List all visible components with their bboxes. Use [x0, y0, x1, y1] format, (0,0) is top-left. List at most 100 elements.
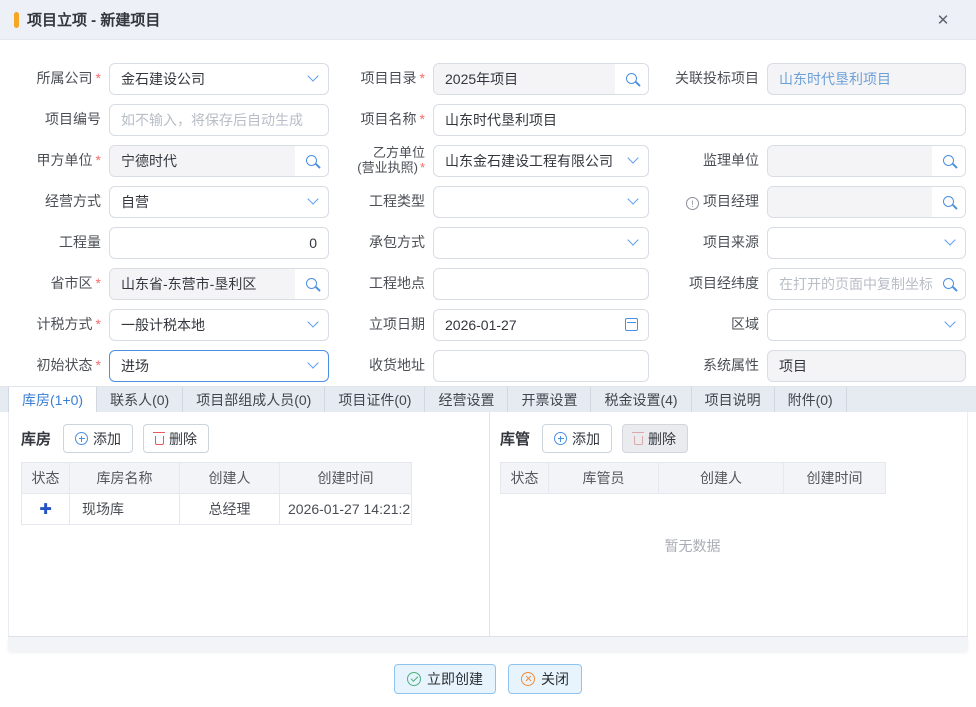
detail-tabs: 库房(1+0) 联系人(0) 项目部组成人员(0) 项目证件(0) 经营设置 开… — [0, 386, 976, 412]
chevron-down-icon — [307, 193, 318, 204]
project-source-select[interactable] — [767, 227, 966, 259]
chevron-down-icon — [307, 357, 318, 368]
project-catalog-field[interactable]: 2025年项目 — [433, 63, 649, 95]
project-location-label: 工程地点 — [335, 275, 433, 291]
system-attribute-label: 系统属性 — [655, 357, 767, 373]
chevron-down-icon — [307, 70, 318, 81]
initiation-date-picker[interactable]: 2026-01-27 — [433, 309, 649, 341]
warehouse-panel: 库房 添加 删除 状态 库房名称 创建人 创建时间 — [9, 412, 489, 636]
tab-warehouse[interactable]: 库房(1+0) — [8, 387, 97, 412]
project-no-label: 项目编号 — [4, 111, 109, 127]
party-a-label: 甲方单位 — [4, 152, 109, 168]
party-b-select[interactable]: 山东金石建设工程有限公司 — [433, 145, 649, 177]
project-source-label: 项目来源 — [655, 234, 767, 250]
province-city-label: 省市区 — [4, 275, 109, 291]
region-label: 区域 — [655, 316, 767, 332]
work-quantity-label: 工程量 — [4, 234, 109, 250]
chevron-down-icon — [627, 152, 638, 163]
search-icon — [626, 73, 637, 84]
create-now-button[interactable]: 立即创建 — [394, 664, 496, 694]
project-manager-label: 项目经理 — [655, 193, 767, 211]
coordinates-field[interactable]: 在打开的页面中复制坐标点 — [767, 268, 966, 300]
close-icon[interactable]: ✕ — [932, 11, 954, 29]
tab-invoice-settings[interactable]: 开票设置 — [508, 387, 591, 412]
project-location-input[interactable] — [433, 268, 649, 300]
add-icon — [75, 432, 88, 445]
tab-tax-settings[interactable]: 税金设置(4) — [591, 387, 691, 412]
tab-project-certificates[interactable]: 项目证件(0) — [325, 387, 425, 412]
search-icon — [943, 155, 954, 166]
warehouse-table-header: 状态 库房名称 创建人 创建时间 — [22, 463, 412, 494]
related-bid-project-field[interactable]: 山东时代垦利项目 — [767, 63, 966, 95]
delivery-address-label: 收货地址 — [335, 357, 433, 373]
project-manager-field[interactable] — [767, 186, 966, 218]
warehouse-add-button[interactable]: 添加 — [63, 424, 133, 453]
business-mode-select[interactable]: 自营 — [109, 186, 329, 218]
supervision-unit-label: 监理单位 — [655, 152, 767, 168]
tax-method-select[interactable]: 一般计税本地 — [109, 309, 329, 341]
x-circle-icon — [521, 672, 535, 686]
chevron-down-icon — [307, 316, 318, 327]
chevron-down-icon — [627, 193, 638, 204]
trash-icon — [155, 436, 164, 445]
footer-divider — [8, 637, 968, 651]
engineering-type-label: 工程类型 — [335, 193, 433, 209]
keeper-table: 状态 库管员 创建人 创建时间 — [500, 462, 886, 494]
system-attribute-field: 项目 — [767, 350, 966, 382]
tab-attachments[interactable]: 附件(0) — [775, 387, 847, 412]
coordinates-label: 项目经纬度 — [655, 275, 767, 291]
engineering-type-select[interactable] — [433, 186, 649, 218]
keeper-table-header: 状态 库管员 创建人 创建时间 — [501, 463, 886, 494]
title-marker-icon — [14, 12, 19, 28]
tab-contacts[interactable]: 联系人(0) — [97, 387, 183, 412]
warehouse-delete-button[interactable]: 删除 — [143, 424, 209, 453]
tab-business-settings[interactable]: 经营设置 — [425, 387, 508, 412]
keeper-panel-title: 库管 — [500, 428, 530, 449]
warehouse-table: 状态 库房名称 创建人 创建时间 ✚ 现场库 总经理 2026-01-27 14… — [21, 462, 412, 525]
close-button[interactable]: 关闭 — [508, 664, 582, 694]
chevron-down-icon — [944, 234, 955, 245]
contracting-mode-label: 承包方式 — [335, 234, 433, 250]
warehouse-panel-title: 库房 — [21, 428, 51, 449]
project-name-input[interactable]: 山东时代垦利项目 — [433, 104, 966, 136]
keeper-add-button[interactable]: 添加 — [542, 424, 612, 453]
project-form: 所属公司 金石建设公司 项目目录 2025年项目 关联投标项目 山东时代垦利项目… — [0, 40, 976, 386]
check-circle-icon — [407, 672, 421, 686]
info-icon — [686, 197, 699, 210]
tax-method-label: 计税方式 — [4, 316, 109, 332]
calendar-icon — [625, 318, 638, 331]
delivery-address-input[interactable] — [433, 350, 649, 382]
trash-icon — [634, 436, 643, 445]
page-title: 项目立项 - 新建项目 — [27, 9, 160, 30]
project-no-input[interactable]: 如不输入，将保存后自动生成 — [109, 104, 329, 136]
chevron-down-icon — [944, 316, 955, 327]
add-icon — [554, 432, 567, 445]
party-a-field[interactable]: 宁德时代 — [109, 145, 329, 177]
table-row[interactable]: ✚ 现场库 总经理 2026-01-27 14:21:21 — [22, 494, 412, 525]
initiation-date-label: 立项日期 — [335, 316, 433, 332]
empty-state-text: 暂无数据 — [500, 536, 885, 556]
initial-status-select[interactable]: 进场 — [109, 350, 329, 382]
project-name-label: 项目名称 — [335, 111, 433, 127]
company-label: 所属公司 — [4, 70, 109, 86]
search-icon — [943, 278, 954, 289]
plus-status-icon[interactable]: ✚ — [39, 501, 52, 518]
region-select[interactable] — [767, 309, 966, 341]
related-bid-project-label: 关联投标项目 — [655, 70, 767, 86]
work-quantity-input[interactable]: 0 — [109, 227, 329, 259]
company-select[interactable]: 金石建设公司 — [109, 63, 329, 95]
keeper-delete-button[interactable]: 删除 — [622, 424, 688, 453]
search-icon — [306, 155, 317, 166]
party-b-label: 乙方单位 (营业执照) — [335, 146, 433, 176]
dialog-header: 项目立项 - 新建项目 ✕ — [0, 0, 976, 40]
keeper-panel: 库管 添加 删除 状态 库管员 创建人 创建时间 暂无数据 — [489, 412, 967, 636]
tab-department-members[interactable]: 项目部组成人员(0) — [183, 387, 325, 412]
supervision-unit-field[interactable] — [767, 145, 966, 177]
tab-project-description[interactable]: 项目说明 — [692, 387, 775, 412]
contracting-mode-select[interactable] — [433, 227, 649, 259]
search-icon — [943, 196, 954, 207]
initial-status-label: 初始状态 — [4, 357, 109, 373]
province-city-field[interactable]: 山东省-东营市-垦利区 — [109, 268, 329, 300]
business-mode-label: 经营方式 — [4, 193, 109, 209]
project-catalog-label: 项目目录 — [335, 70, 433, 86]
